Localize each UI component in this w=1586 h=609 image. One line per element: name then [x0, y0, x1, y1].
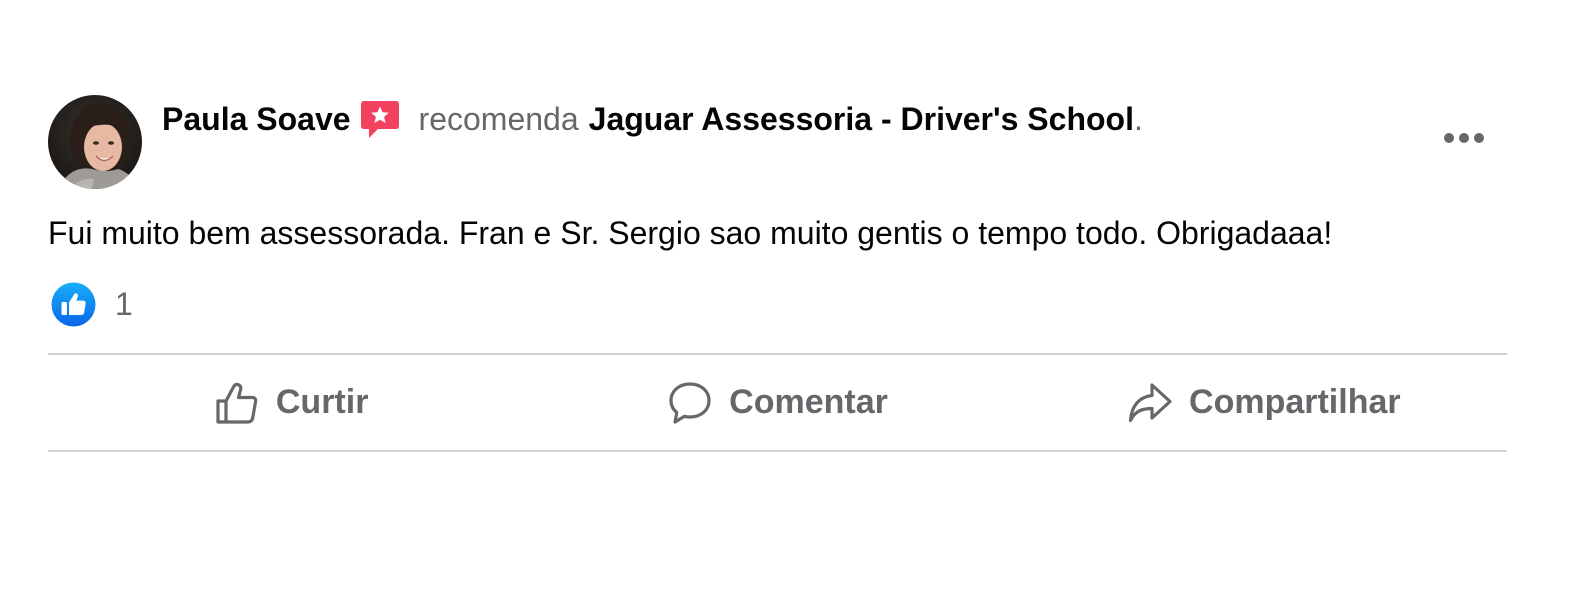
header-period: . — [1133, 101, 1143, 137]
like-button-label: Curtir — [275, 383, 369, 421]
comment-icon — [669, 381, 711, 424]
like-reaction-icon — [51, 282, 96, 326]
divider — [48, 450, 1507, 452]
recommendation-post: Paula Soave recomenda Jaguar Assessoria … — [0, 0, 1586, 609]
author-name[interactable]: Paula Soave — [162, 97, 351, 141]
more-options-icon — [1444, 133, 1484, 143]
recommended-page-link[interactable]: Jaguar Assessoria - Driver's School — [589, 97, 1134, 141]
thumbs-up-icon — [216, 382, 258, 424]
reactions-summary[interactable]: 1 — [51, 281, 133, 327]
share-button-label: Compartilhar — [1189, 383, 1401, 421]
reaction-count: 1 — [115, 286, 133, 322]
share-icon — [1128, 382, 1172, 422]
post-body-text: Fui muito bem assessorada. Fran e Sr. Se… — [48, 215, 1333, 251]
comment-button[interactable]: Comentar — [534, 355, 1020, 450]
author-avatar[interactable] — [48, 95, 142, 189]
share-button[interactable]: Compartilhar — [1021, 355, 1507, 450]
comment-button-label: Comentar — [729, 383, 888, 421]
recommendation-star-icon — [359, 98, 401, 142]
like-button[interactable]: Curtir — [48, 355, 534, 450]
post-action-bar: Curtir Comentar Compartilhar — [48, 355, 1507, 450]
more-options-button[interactable] — [1438, 118, 1490, 158]
recommends-verb: recomenda — [418, 101, 579, 137]
post-header: Paula Soave recomenda Jaguar Assessoria … — [162, 97, 1143, 141]
profile-photo — [48, 95, 142, 189]
